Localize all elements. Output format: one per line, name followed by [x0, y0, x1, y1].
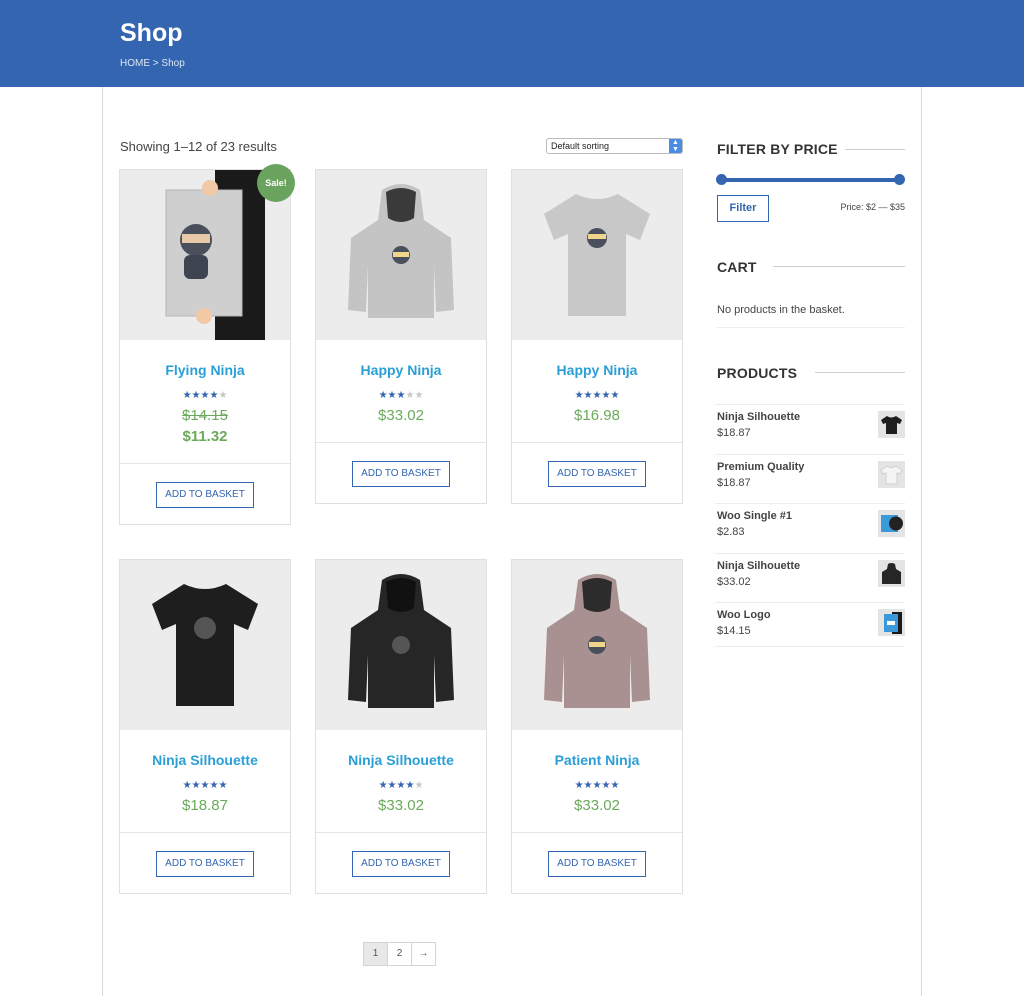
- price-slider-min-handle[interactable]: [716, 174, 727, 185]
- product-name[interactable]: Happy Ninja: [512, 362, 682, 378]
- widget-rule: [773, 266, 905, 267]
- price-slider-max-handle[interactable]: [894, 174, 905, 185]
- product-card: Flying Ninja ★★★★★ $14.15 $11.32 ADD TO …: [119, 169, 291, 525]
- sale-badge: Sale!: [257, 164, 295, 202]
- page-1[interactable]: 1: [363, 942, 388, 966]
- product-name[interactable]: Flying Ninja: [120, 362, 290, 378]
- album-thumbnail-icon[interactable]: [878, 510, 905, 537]
- sidebar-product-item[interactable]: Ninja Silhouette $33.02: [715, 553, 905, 603]
- product-price: $33.02: [574, 797, 620, 814]
- rating-stars: ★★★★★: [574, 390, 620, 401]
- rating-stars: ★★★★★: [182, 780, 228, 791]
- hoodie-image-icon: [544, 574, 650, 708]
- product-name[interactable]: Ninja Silhouette: [120, 752, 290, 768]
- page-header: Shop HOME > Shop: [0, 0, 1024, 87]
- add-to-basket-button[interactable]: ADD TO BASKET: [156, 851, 254, 877]
- product-image[interactable]: [316, 170, 486, 340]
- products-title: PRODUCTS: [717, 365, 798, 381]
- sidebar-product-item[interactable]: Woo Single #1 $2.83: [715, 503, 905, 553]
- card-divider: [120, 832, 290, 833]
- sidebar-product-name[interactable]: Woo Single #1: [717, 510, 792, 522]
- product-card: Ninja Silhouette ★★★★★ $18.87 ADD TO BAS…: [119, 559, 291, 894]
- product-image[interactable]: [512, 560, 682, 730]
- card-divider: [120, 463, 290, 464]
- add-to-basket-button[interactable]: ADD TO BASKET: [352, 851, 450, 877]
- sidebar-product-name[interactable]: Premium Quality: [717, 461, 804, 473]
- breadcrumb: HOME > Shop: [120, 58, 185, 69]
- price-range-label: Price: $2 — $35: [840, 202, 905, 212]
- product-card: Happy Ninja ★★★★★ $16.98 ADD TO BASKET: [511, 169, 683, 504]
- product-price: $16.98: [574, 407, 620, 424]
- page-2[interactable]: 2: [387, 942, 412, 966]
- breadcrumb-home-link[interactable]: HOME: [120, 58, 150, 69]
- result-count: Showing 1–12 of 23 results: [120, 139, 277, 154]
- product-card: Happy Ninja ★★★★★ $33.02 ADD TO BASKET: [315, 169, 487, 504]
- product-price: $33.02: [378, 797, 424, 814]
- sort-select-value: Default sorting: [551, 141, 610, 151]
- sidebar-product-item[interactable]: Premium Quality $18.87: [715, 454, 905, 504]
- widget-rule: [717, 327, 905, 328]
- tshirt-thumbnail-icon[interactable]: [878, 411, 905, 438]
- sidebar-product-item[interactable]: Ninja Silhouette $18.87: [715, 404, 905, 454]
- product-card: Patient Ninja ★★★★★ $33.02 ADD TO BASKET: [511, 559, 683, 894]
- product-name[interactable]: Ninja Silhouette: [316, 752, 486, 768]
- next-page-arrow-icon[interactable]: →: [411, 942, 436, 966]
- widget-rule: [715, 646, 905, 647]
- hoodie-image-icon: [348, 574, 454, 708]
- breadcrumb-current: Shop: [161, 58, 185, 69]
- product-price: $33.02: [378, 407, 424, 424]
- tshirt-image-icon: [152, 584, 258, 706]
- product-image[interactable]: [316, 560, 486, 730]
- product-price: $18.87: [182, 797, 228, 814]
- add-to-basket-button[interactable]: ADD TO BASKET: [352, 461, 450, 487]
- add-to-basket-button[interactable]: ADD TO BASKET: [548, 461, 646, 487]
- filter-button[interactable]: Filter: [717, 195, 769, 222]
- rating-stars: ★★★★★: [378, 780, 424, 791]
- card-divider: [316, 442, 486, 443]
- cart-empty-message: No products in the basket.: [717, 304, 845, 316]
- poster-thumbnail-icon[interactable]: [878, 609, 905, 636]
- sidebar-product-item[interactable]: Woo Logo $14.15: [715, 602, 905, 652]
- product-old-price: $14.15: [182, 407, 228, 424]
- product-name[interactable]: Happy Ninja: [316, 362, 486, 378]
- product-card: Ninja Silhouette ★★★★★ $33.02 ADD TO BAS…: [315, 559, 487, 894]
- sidebar-product-price: $14.15: [717, 625, 751, 637]
- cart-title: CART: [717, 259, 757, 275]
- filter-by-price-title: FILTER BY PRICE: [717, 141, 838, 157]
- card-divider: [316, 832, 486, 833]
- add-to-basket-button[interactable]: ADD TO BASKET: [548, 851, 646, 877]
- hoodie-image-icon: [348, 184, 454, 318]
- widget-rule: [815, 372, 905, 373]
- tshirt-thumbnail-icon[interactable]: [878, 461, 905, 488]
- widget-rule: [845, 149, 905, 150]
- sidebar-product-price: $18.87: [717, 427, 751, 439]
- sidebar-product-name[interactable]: Ninja Silhouette: [717, 411, 800, 423]
- add-to-basket-button[interactable]: ADD TO BASKET: [156, 482, 254, 508]
- product-image[interactable]: [120, 560, 290, 730]
- product-image[interactable]: [512, 170, 682, 340]
- card-divider: [512, 832, 682, 833]
- rating-stars: ★★★★★: [574, 780, 620, 791]
- select-arrows-icon: ▲ ▼: [669, 139, 682, 153]
- sidebar-product-price: $18.87: [717, 477, 751, 489]
- tshirt-image-icon: [544, 194, 650, 316]
- rating-stars: ★★★★★: [182, 390, 228, 401]
- price-slider-track[interactable]: [720, 178, 900, 182]
- sidebar-product-price: $2.83: [717, 526, 745, 538]
- product-name[interactable]: Patient Ninja: [512, 752, 682, 768]
- sidebar-product-name[interactable]: Woo Logo: [717, 609, 771, 621]
- sort-select[interactable]: Default sorting ▲ ▼: [546, 138, 683, 154]
- hoodie-thumbnail-icon[interactable]: [878, 560, 905, 587]
- breadcrumb-separator: >: [150, 58, 162, 69]
- sidebar-product-price: $33.02: [717, 576, 751, 588]
- sidebar-product-name[interactable]: Ninja Silhouette: [717, 560, 800, 572]
- product-sale-price: $11.32: [182, 428, 228, 445]
- card-divider: [512, 442, 682, 443]
- page-title: Shop: [120, 19, 183, 47]
- rating-stars: ★★★★★: [378, 390, 424, 401]
